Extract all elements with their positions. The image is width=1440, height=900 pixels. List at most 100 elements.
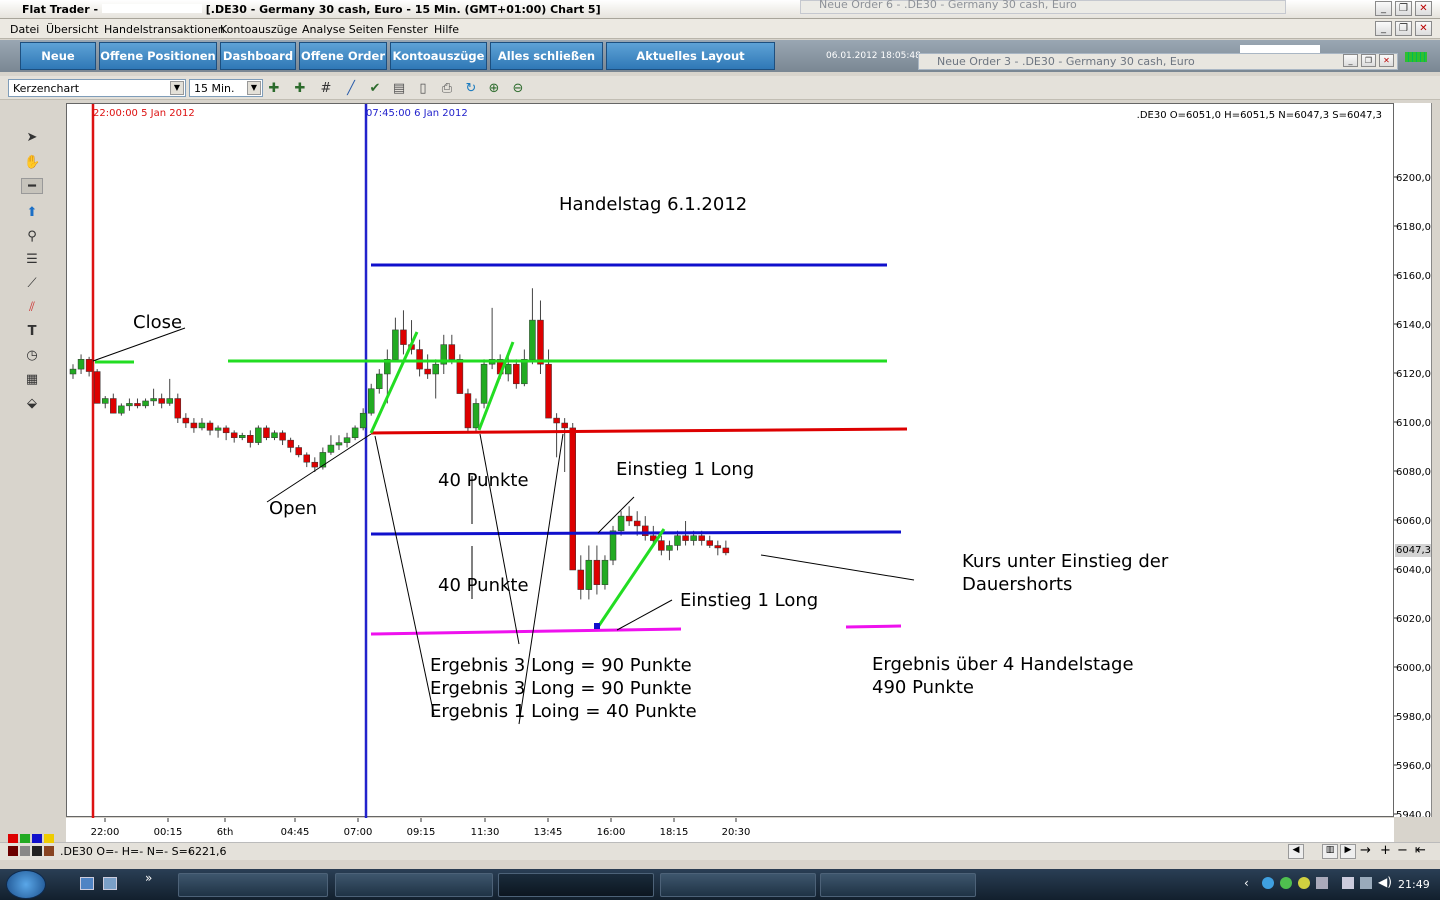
chevron-right-icon[interactable]: »	[145, 871, 152, 885]
open-orders-button[interactable]: Offene Order	[299, 42, 387, 70]
start-button[interactable]	[6, 870, 46, 899]
draw-line-icon[interactable]: ╱	[343, 81, 359, 97]
cursor-icon[interactable]: ➤	[24, 130, 40, 146]
candle-body[interactable]	[424, 368, 431, 375]
add-study-icon[interactable]: ✚	[292, 81, 308, 97]
candle-body[interactable]	[682, 535, 689, 541]
color-swatch-gray[interactable]	[20, 846, 30, 856]
channel-icon[interactable]: ⫽	[24, 300, 40, 316]
zoom-minus-icon[interactable]: −	[1397, 843, 1408, 858]
fibonacci-icon[interactable]: ☰	[24, 252, 40, 268]
candle-body[interactable]	[230, 432, 238, 438]
candle-body[interactable]	[335, 442, 343, 446]
chart-type-select[interactable]: Kerzenchart ▼	[8, 79, 186, 97]
save-layout-button[interactable]: Aktuelles Layout speichern	[606, 42, 775, 89]
candle-body[interactable]	[609, 530, 617, 561]
entry-line-red[interactable]	[370, 427, 908, 435]
tray-icon-1[interactable]	[1262, 877, 1274, 889]
menu-analyse-seiten[interactable]: Analyse Seiten	[302, 23, 384, 36]
candle-body[interactable]	[585, 559, 593, 590]
tray-expand-icon[interactable]: ‹	[1244, 876, 1249, 890]
clock-icon[interactable]: ◷	[24, 348, 40, 364]
candle-body[interactable]	[343, 437, 351, 443]
order-popup-window[interactable]: Neue Order 3 - .DE30 - Germany 30 cash, …	[918, 53, 1398, 70]
candle-body[interactable]	[263, 427, 270, 438]
fit-icon[interactable]: ⇤	[1415, 843, 1426, 858]
candle-body[interactable]	[134, 403, 141, 407]
candle-body[interactable]	[658, 540, 665, 551]
scrollbar-thumb[interactable]: ▥	[1322, 844, 1338, 859]
candle-body[interactable]	[198, 422, 206, 429]
tray-icon-3[interactable]	[1298, 877, 1310, 889]
text-icon[interactable]: T	[24, 324, 40, 340]
candle-body[interactable]	[351, 427, 359, 438]
candle-body[interactable]	[537, 319, 544, 365]
candle-body[interactable]	[214, 427, 222, 431]
print-icon[interactable]: ⎙	[439, 81, 455, 97]
candle-body[interactable]	[416, 349, 423, 370]
candle-body[interactable]	[633, 520, 641, 527]
candle-body[interactable]	[674, 535, 681, 546]
network-icon[interactable]	[1342, 877, 1354, 889]
price-axis[interactable]: 6200,0 6180,0 6160,0 6140,0 6120,0 6100,0 6080…	[1394, 103, 1432, 817]
menu-fenster[interactable]: Fenster	[387, 23, 428, 36]
zoom-plus-icon[interactable]: +	[1380, 843, 1391, 858]
color-swatch-green[interactable]	[20, 834, 30, 843]
close-button[interactable]: ✕	[1415, 1, 1432, 16]
entry-line-blue[interactable]	[370, 530, 902, 536]
page-icon[interactable]: ▯	[415, 81, 431, 97]
popup-restore-button[interactable]: ❐	[1361, 54, 1376, 67]
candlestick-chart[interactable]: 22:00:00 5 Jan 2012 07:45:00 6 Jan 2012 …	[67, 104, 1395, 818]
candle-body[interactable]	[472, 403, 480, 429]
candle-body[interactable]	[247, 435, 254, 443]
candle-body[interactable]	[182, 417, 190, 424]
candle-body[interactable]	[295, 447, 302, 456]
background-order-window[interactable]: Neue Order 6 - .DE30 - Germany 30 cash, …	[800, 0, 1286, 14]
interval-select[interactable]: 15 Min. ▼	[189, 79, 263, 97]
candle-body[interactable]	[432, 363, 439, 375]
horizontal-line-icon[interactable]: ━	[21, 178, 43, 194]
account-statements-button[interactable]: Kontoauszüge	[390, 42, 487, 70]
menu-kontoauszuege[interactable]: Kontoauszüge	[220, 23, 297, 36]
check-icon[interactable]: ✔	[367, 81, 383, 97]
candle-body[interactable]	[392, 329, 399, 360]
candle-body[interactable]	[190, 422, 198, 429]
dashboard-button[interactable]: Dashboard	[220, 42, 296, 70]
candle-body[interactable]	[698, 535, 705, 541]
new-order-button[interactable]: Neue Order	[20, 42, 96, 89]
chart-area[interactable]: 22:00:00 5 Jan 2012 07:45:00 6 Jan 2012 …	[66, 103, 1395, 818]
candle-body[interactable]	[593, 559, 601, 585]
candle-body[interactable]	[101, 398, 109, 404]
candle-body[interactable]	[222, 427, 230, 434]
candle-body[interactable]	[553, 417, 560, 424]
candle-body[interactable]	[448, 344, 456, 360]
zoom-in-icon[interactable]: ⊕	[486, 81, 502, 97]
candle-body[interactable]	[690, 535, 697, 541]
expand-right-icon[interactable]: →	[1360, 843, 1371, 858]
candle-body[interactable]	[504, 363, 512, 375]
candle-body[interactable]	[93, 371, 101, 404]
candle-body[interactable]	[255, 427, 262, 443]
chevron-down-icon[interactable]: ▼	[247, 81, 261, 95]
trendline-icon[interactable]: ⟋	[24, 276, 40, 292]
hand-icon[interactable]: ✋	[24, 155, 40, 171]
candle-body[interactable]	[464, 393, 472, 429]
candle-body[interactable]	[400, 329, 407, 345]
volume-icon[interactable]: ◀)	[1378, 875, 1392, 889]
candle-body[interactable]	[706, 540, 713, 546]
taskbar-item-4[interactable]	[660, 873, 816, 897]
candle-body[interactable]	[561, 422, 568, 429]
candle-body[interactable]	[456, 359, 464, 394]
candle-body[interactable]	[239, 435, 246, 438]
paint-icon[interactable]: ⬙	[24, 396, 40, 412]
support-line-magenta[interactable]	[370, 627, 682, 636]
candle-body[interactable]	[110, 398, 117, 414]
candle-body[interactable]	[158, 398, 165, 404]
candle-body[interactable]	[150, 398, 157, 402]
candle-body[interactable]	[376, 373, 383, 389]
scroll-left-button[interactable]: ◀	[1288, 844, 1304, 859]
mdi-restore-button[interactable]: ❐	[1395, 21, 1412, 36]
calculator-icon[interactable]: ▦	[24, 372, 40, 388]
close-all-button[interactable]: Alles schließen	[490, 42, 603, 70]
candle-body[interactable]	[77, 359, 85, 370]
